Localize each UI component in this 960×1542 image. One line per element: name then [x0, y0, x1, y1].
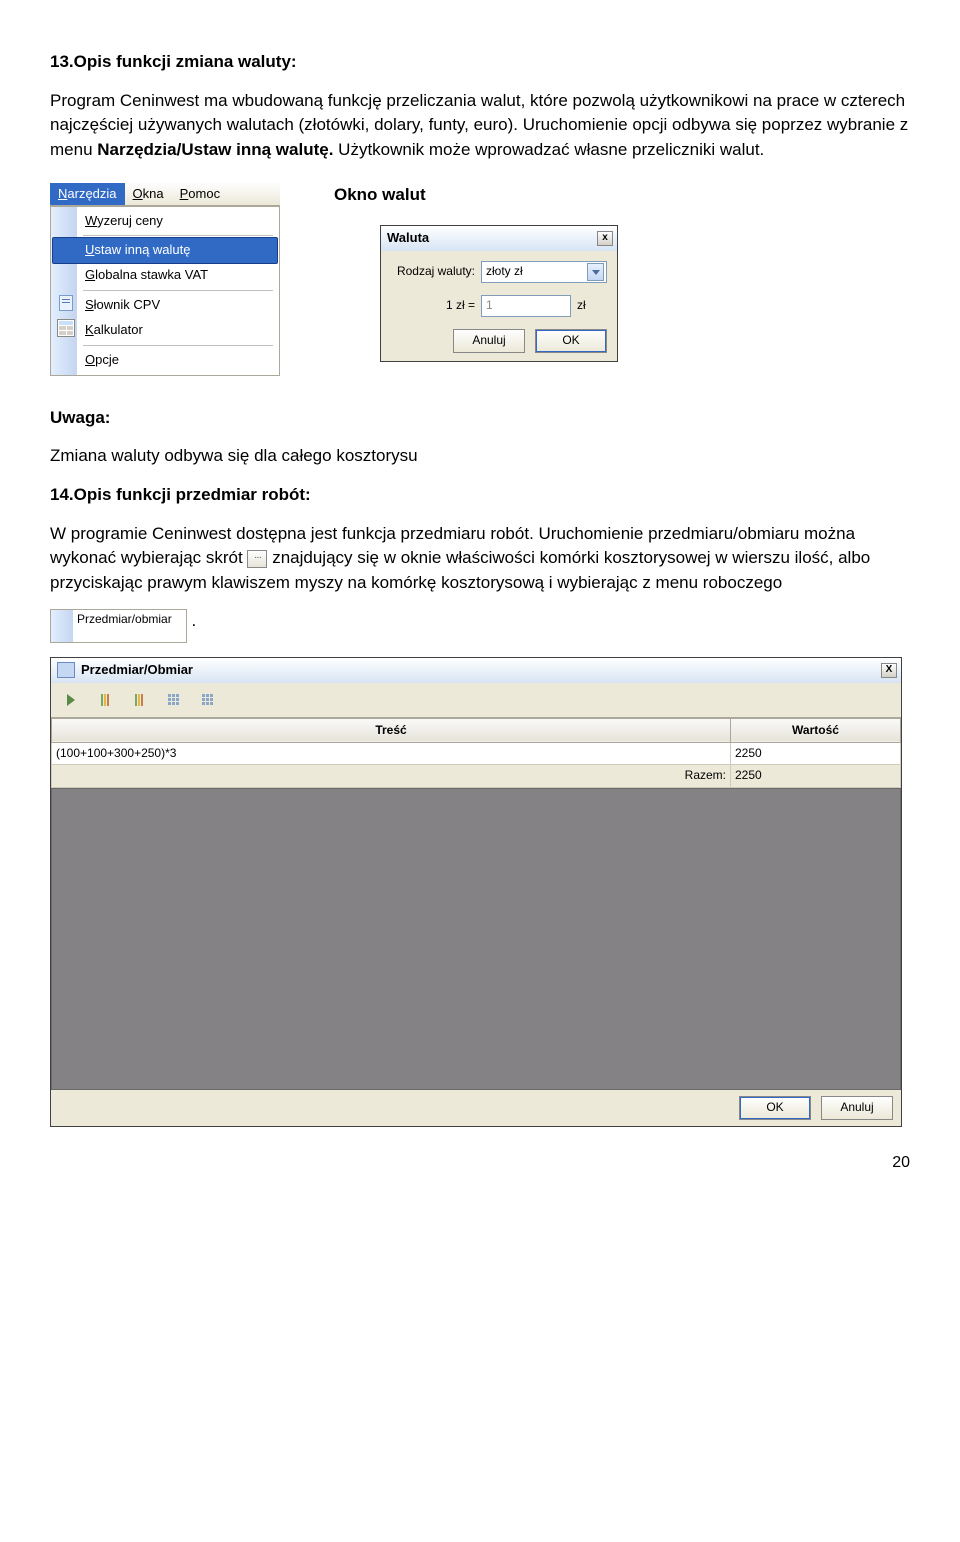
cell-tresc[interactable]: (100+100+300+250)*3 — [52, 743, 731, 765]
col-tresc: Treść — [52, 718, 731, 742]
section14-paragraph: W programie Ceninwest dostępna jest funk… — [50, 522, 910, 596]
section13-heading: 13.Opis funkcji zmiana waluty: — [50, 50, 910, 75]
po-toolbar — [51, 683, 901, 718]
page-icon — [57, 295, 75, 311]
menubar-pomoc[interactable]: Pomoc — [172, 183, 228, 205]
ok-button[interactable]: OK — [535, 329, 607, 353]
eq-unit: zł — [577, 297, 586, 314]
rodzaj-waluty-label: Rodzaj waluty: — [391, 263, 475, 280]
menu-item-opcje[interactable]: Opcje — [53, 348, 277, 373]
close-icon[interactable]: X — [881, 663, 897, 678]
menu-separator — [83, 290, 273, 291]
chevron-down-icon[interactable] — [587, 263, 604, 281]
razem-label: Razem: — [52, 765, 731, 787]
menu-item-kalkulator[interactable]: Kalkulator — [53, 318, 277, 343]
po-empty-area — [51, 788, 901, 1090]
grid-icon — [168, 694, 179, 705]
section14-dot: . — [191, 611, 196, 630]
menu-item-ustaw-label: staw inną walutę — [94, 242, 190, 257]
calculator-icon — [57, 320, 75, 336]
close-icon[interactable]: x — [597, 231, 613, 246]
uwaga-text: Zmiana waluty odbywa się dla całego kosz… — [50, 444, 910, 469]
bars-icon — [135, 694, 143, 706]
toolbar-btn-5[interactable] — [193, 687, 221, 713]
shortcut-button-icon[interactable]: ··· — [247, 550, 267, 568]
context-menu-przedmiar[interactable]: Przedmiar/obmiar — [50, 609, 187, 642]
okno-walut-caption: Okno walut — [334, 183, 618, 208]
rodzaj-waluty-combo[interactable]: złoty zł — [481, 261, 607, 283]
ok-button[interactable]: OK — [739, 1096, 811, 1120]
po-title-text: Przedmiar/Obmiar — [81, 661, 193, 680]
section13-text-b: Użytkownik może wprowadzać własne przeli… — [338, 140, 764, 159]
table-row[interactable]: (100+100+300+250)*3 2250 — [52, 743, 901, 765]
toolbar-btn-2[interactable] — [91, 687, 119, 713]
combo-value: złoty zł — [486, 263, 523, 280]
cell-wartosc[interactable]: 2250 — [731, 743, 901, 765]
razem-value: 2250 — [731, 765, 901, 787]
waluta-dialog: Waluta x Rodzaj waluty: złoty zł 1 zł = … — [380, 225, 618, 362]
menubar-pomoc-label: omoc — [188, 186, 220, 201]
menu-item-vat-label: lobalna stawka VAT — [95, 267, 208, 282]
przedmiar-obmiar-window: Przedmiar/Obmiar X Treść Wartość (100+10… — [50, 657, 902, 1127]
eq-left-label: 1 zł = — [391, 297, 475, 314]
anuluj-button[interactable]: Anuluj — [453, 329, 525, 353]
context-menu-label: Przedmiar/obmiar — [77, 612, 172, 626]
menubar-narzedzia-label: arzędzia — [67, 186, 116, 201]
window-icon — [57, 662, 75, 678]
menu-separator — [83, 345, 273, 346]
razem-row: Razem: 2250 — [52, 765, 901, 787]
menu-separator — [83, 235, 273, 236]
col-wartosc: Wartość — [731, 718, 901, 742]
toolbar-btn-1[interactable] — [57, 687, 85, 713]
menubar-okna[interactable]: Okna — [125, 183, 172, 205]
arrow-icon — [67, 694, 75, 706]
menu-item-wyzeruj-ceny[interactable]: Wyzeruj ceny — [53, 209, 277, 234]
menu-item-ustaw-walute[interactable]: Ustaw inną walutę — [52, 237, 278, 264]
waluta-title-text: Waluta — [387, 229, 429, 248]
menu-item-wyzeruj-label: yzeruj ceny — [97, 213, 163, 228]
menu-item-opcje-label: pcje — [95, 352, 119, 367]
menu-item-cpv-label: łownik CPV — [94, 297, 160, 312]
anuluj-button[interactable]: Anuluj — [821, 1096, 893, 1120]
section13-bold-menu: Narzędzia/Ustaw inną walutę. — [97, 140, 333, 159]
toolbar-btn-3[interactable] — [125, 687, 153, 713]
rate-input[interactable]: 1 — [481, 295, 571, 317]
narzedzia-menu-screenshot: Narzędzia Okna Pomoc Wyzeruj ceny Ustaw … — [50, 183, 280, 376]
bars-icon — [101, 694, 109, 706]
menu-item-slownik-cpv[interactable]: Słownik CPV — [53, 293, 277, 318]
page-number: 20 — [50, 1151, 910, 1174]
menubar-okna-label: kna — [143, 186, 164, 201]
section13-paragraph: Program Ceninwest ma wbudowaną funkcję p… — [50, 89, 910, 163]
menu-item-kalk-label: alkulator — [94, 322, 143, 337]
menubar-narzedzia[interactable]: Narzędzia — [50, 183, 125, 205]
po-grid: Treść Wartość (100+100+300+250)*3 2250 R… — [51, 718, 901, 788]
menu-item-globalna-vat[interactable]: Globalna stawka VAT — [53, 263, 277, 288]
section14-heading: 14.Opis funkcji przedmiar robót: — [50, 483, 910, 508]
grid-icon — [202, 694, 213, 705]
uwaga-label: Uwaga: — [50, 406, 910, 431]
toolbar-btn-4[interactable] — [159, 687, 187, 713]
